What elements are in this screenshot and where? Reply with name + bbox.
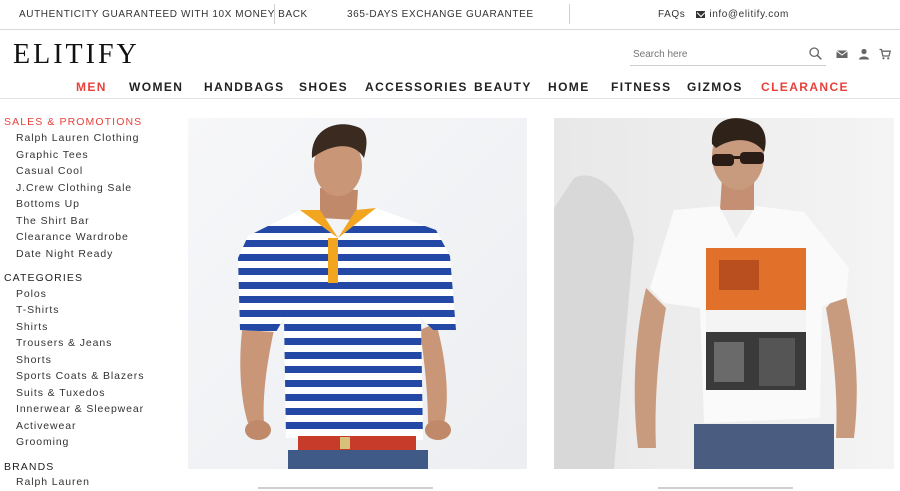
user-icon[interactable]: [858, 48, 870, 60]
sidebar-item[interactable]: Sports Coats & Blazers: [16, 370, 144, 382]
categories-heading[interactable]: CATEGORIES: [4, 272, 83, 284]
cart-icon[interactable]: [879, 48, 891, 60]
brands-heading[interactable]: BRANDS: [4, 461, 54, 473]
sidebar-item[interactable]: J.Crew Clothing Sale: [16, 182, 132, 194]
nav-item-beauty[interactable]: BEAUTY: [474, 80, 532, 94]
sidebar-item[interactable]: Graphic Tees: [16, 149, 88, 161]
nav-item-home[interactable]: HOME: [548, 80, 590, 94]
sidebar-item[interactable]: Casual Cool: [16, 165, 83, 177]
nav-item-handbags[interactable]: HANDBAGS: [204, 80, 285, 94]
sidebar-item[interactable]: Trousers & Jeans: [16, 337, 112, 349]
product-photo: [188, 118, 527, 469]
sidebar-item[interactable]: Shorts: [16, 354, 52, 366]
top-bar: AUTHENTICITY GUARANTEED WITH 10X MONEY B…: [0, 0, 900, 30]
mail-icon[interactable]: [836, 48, 848, 60]
sales-promotions-heading[interactable]: SALES & PROMOTIONS: [4, 116, 142, 128]
sidebar-item[interactable]: Suits & Tuxedos: [16, 387, 105, 399]
product-caption-placeholder: [258, 487, 433, 489]
nav-item-fitness[interactable]: FITNESS: [611, 80, 671, 94]
exchange-banner: 365-DAYS EXCHANGE GUARANTEE: [347, 9, 534, 20]
sidebar-item[interactable]: Ralph Lauren Clothing: [16, 132, 139, 144]
product-caption-placeholder: [658, 487, 793, 489]
envelope-icon: [696, 11, 706, 18]
sidebar-item[interactable]: Polos: [16, 288, 47, 300]
nav-item-clearance[interactable]: CLEARANCE: [761, 80, 849, 94]
site-logo[interactable]: ELITIFY: [13, 40, 140, 70]
nav-item-shoes[interactable]: SHOES: [299, 80, 348, 94]
sidebar-item[interactable]: Ralph Lauren: [16, 476, 90, 488]
faqs-link[interactable]: FAQs: [658, 9, 685, 20]
sidebar-item[interactable]: Shirts: [16, 321, 48, 333]
nav-item-women[interactable]: WOMEN: [129, 80, 183, 94]
sidebar-item[interactable]: Innerwear & Sleepwear: [16, 403, 144, 415]
authenticity-banner: AUTHENTICITY GUARANTEED WITH 10X MONEY B…: [19, 9, 308, 20]
sidebar-item[interactable]: Bottoms Up: [16, 198, 80, 210]
nav-item-accessories[interactable]: ACCESSORIES: [365, 80, 468, 94]
divider: [569, 4, 570, 24]
product-photo: [554, 118, 894, 469]
main-nav: MEN WOMEN HANDBAGS SHOES ACCESSORIES BEA…: [0, 75, 900, 99]
sidebar-item[interactable]: Grooming: [16, 436, 69, 448]
product-image-graphic-tee[interactable]: [554, 118, 894, 469]
email-link[interactable]: info@elitify.com: [709, 9, 789, 20]
sidebar-item[interactable]: Date Night Ready: [16, 248, 113, 260]
divider: [274, 4, 275, 24]
search-box: [630, 44, 826, 66]
product-image-striped-polo[interactable]: [188, 118, 527, 469]
sidebar-item[interactable]: Activewear: [16, 420, 76, 432]
search-icon[interactable]: [809, 47, 822, 60]
sidebar-item[interactable]: T-Shirts: [16, 304, 59, 316]
sidebar-item[interactable]: The Shirt Bar: [16, 215, 90, 227]
top-links: FAQs info@elitify.com: [658, 0, 789, 29]
nav-item-men[interactable]: MEN: [76, 80, 107, 94]
search-input[interactable]: [630, 44, 800, 65]
sidebar-item[interactable]: Clearance Wardrobe: [16, 231, 129, 243]
nav-item-gizmos[interactable]: GIZMOS: [687, 80, 743, 94]
